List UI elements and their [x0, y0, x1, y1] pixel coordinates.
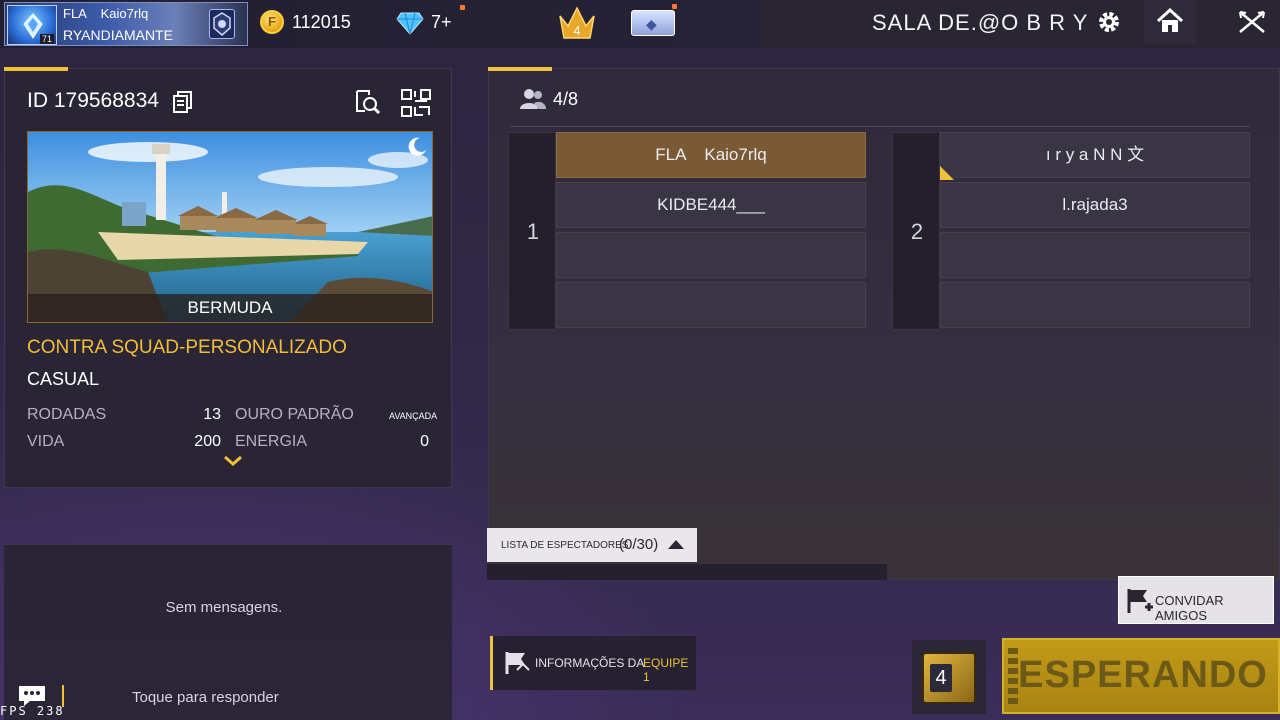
chat-panel[interactable]: Sem mensagens. Toque para responder: [4, 544, 452, 720]
team-info-button[interactable]: INFORMAÇÕES DA EQUIPE 1: [490, 636, 696, 690]
energy-label: ENERGIA: [235, 433, 308, 450]
team-number: 2: [910, 219, 924, 244]
dice-icon: 4: [922, 652, 976, 704]
pass-notification-dot: [672, 4, 677, 9]
team-2-slot-3[interactable]: [940, 232, 1250, 278]
player-rank: RYANDIAMANTE: [63, 27, 173, 43]
coin-balance: 112015: [292, 12, 351, 32]
dice-button[interactable]: 4: [912, 640, 986, 714]
team-number: 1: [526, 219, 540, 244]
panel-accent: [4, 67, 68, 71]
team-1-slot-3[interactable]: [556, 232, 866, 278]
energy-value: 0: [420, 433, 429, 450]
room-id: ID 179568834: [27, 89, 159, 112]
lobby-divider: [510, 126, 1250, 127]
hp-label: VIDA: [27, 433, 65, 450]
home-button[interactable]: [1144, 0, 1196, 44]
team-1-slot-4[interactable]: [556, 282, 866, 328]
team-flag-icon: [505, 652, 530, 674]
invite-friends-button[interactable]: CONVIDAR AMIGOS: [1118, 576, 1274, 624]
day-night-icon: [408, 137, 426, 156]
team-number-box: 2: [892, 132, 940, 330]
diamond-notification-dot: [460, 5, 465, 10]
rounds-label: RODADAS: [27, 406, 107, 423]
diamond-icon[interactable]: [396, 11, 424, 35]
player-avatar: 71: [7, 5, 57, 45]
chevron-down-icon[interactable]: [223, 455, 243, 467]
room-title: SALA DE.@O B R Y: [872, 10, 1089, 35]
lobby-bottom-strip: [487, 564, 887, 580]
game-mode-title: CONTRA SQUAD-PERSONALIZADO: [27, 337, 347, 358]
chat-empty-message: Sem mensagens.: [165, 599, 283, 616]
waiting-status-button[interactable]: ESPERANDO: [1002, 638, 1280, 714]
game-mode-type: CASUAL: [27, 369, 100, 389]
team-2-slot-2[interactable]: l.rajada3: [940, 182, 1250, 228]
lobby-accent: [488, 67, 552, 71]
coin-icon[interactable]: F: [260, 10, 284, 34]
team-2-slot-1[interactable]: ı r y a N N 文: [940, 132, 1250, 178]
gold-value: AVANÇADA: [389, 411, 438, 421]
search-room-icon[interactable]: [355, 89, 381, 115]
caret-up-icon: [668, 540, 684, 549]
team-1: 1 FLA Kaio7rlq KIDBE444___: [508, 132, 866, 330]
copy-icon[interactable]: [173, 91, 193, 113]
team-2-slot-4[interactable]: [940, 282, 1250, 328]
player-level: 71: [39, 34, 54, 44]
team-info-label: INFORMAÇÕES DA: [535, 656, 645, 670]
player-count: 4/8: [553, 89, 579, 109]
spectator-count: (0/30): [619, 536, 659, 553]
room-info-panel: ID 179568834 BERMUDA CONTRA SQUAD-PERSON…: [4, 68, 452, 488]
player-name: FLA Kaio7rlq: [63, 6, 149, 21]
dice-number: 4: [930, 664, 952, 692]
rank-tier: 4: [573, 23, 580, 38]
qr-code-icon[interactable]: [401, 89, 431, 117]
exit-swords-icon: [1239, 11, 1265, 33]
invite-friends-label: CONVIDAR AMIGOS: [1155, 593, 1224, 623]
exit-room-button[interactable]: [1226, 0, 1280, 44]
team-1-slot-1[interactable]: FLA Kaio7rlq: [556, 132, 866, 178]
elite-pass-icon[interactable]: ◆: [631, 10, 675, 36]
team-1-slot-2[interactable]: KIDBE444___: [556, 182, 866, 228]
diamond-balance: 7+: [431, 12, 452, 32]
players-icon: [520, 89, 546, 109]
rank-crown-icon[interactable]: 4: [556, 4, 598, 44]
settings-gear-icon[interactable]: [1096, 9, 1122, 35]
team-number-box: 1: [508, 132, 556, 330]
team-info-team: EQUIPE 1: [643, 656, 689, 684]
map-name: BERMUDA: [187, 298, 273, 317]
chat-reply-prompt[interactable]: Toque para responder: [132, 689, 279, 706]
spectator-list-button[interactable]: LISTA DE ESPECTADORES (0/30): [487, 528, 697, 562]
home-icon: [1156, 8, 1184, 32]
team-2: 2 ı r y a N N 文 l.rajada3: [892, 132, 1250, 330]
gold-label: OURO PADRÃO: [235, 406, 354, 423]
hp-value: 200: [194, 433, 221, 450]
team-leader-marker-icon: [940, 166, 954, 180]
player-profile[interactable]: 71 FLA Kaio7rlq RYANDIAMANTE: [4, 2, 248, 46]
waiting-status-label: ESPERANDO: [1018, 654, 1268, 696]
rounds-value: 13: [203, 406, 221, 423]
fps-counter: FPS 238: [0, 704, 65, 718]
invite-flag-icon: [1127, 589, 1153, 613]
map-preview-image[interactable]: BERMUDA: [27, 131, 433, 323]
spectator-list-label: LISTA DE ESPECTADORES: [501, 540, 629, 551]
rank-badge-icon: [209, 9, 235, 39]
